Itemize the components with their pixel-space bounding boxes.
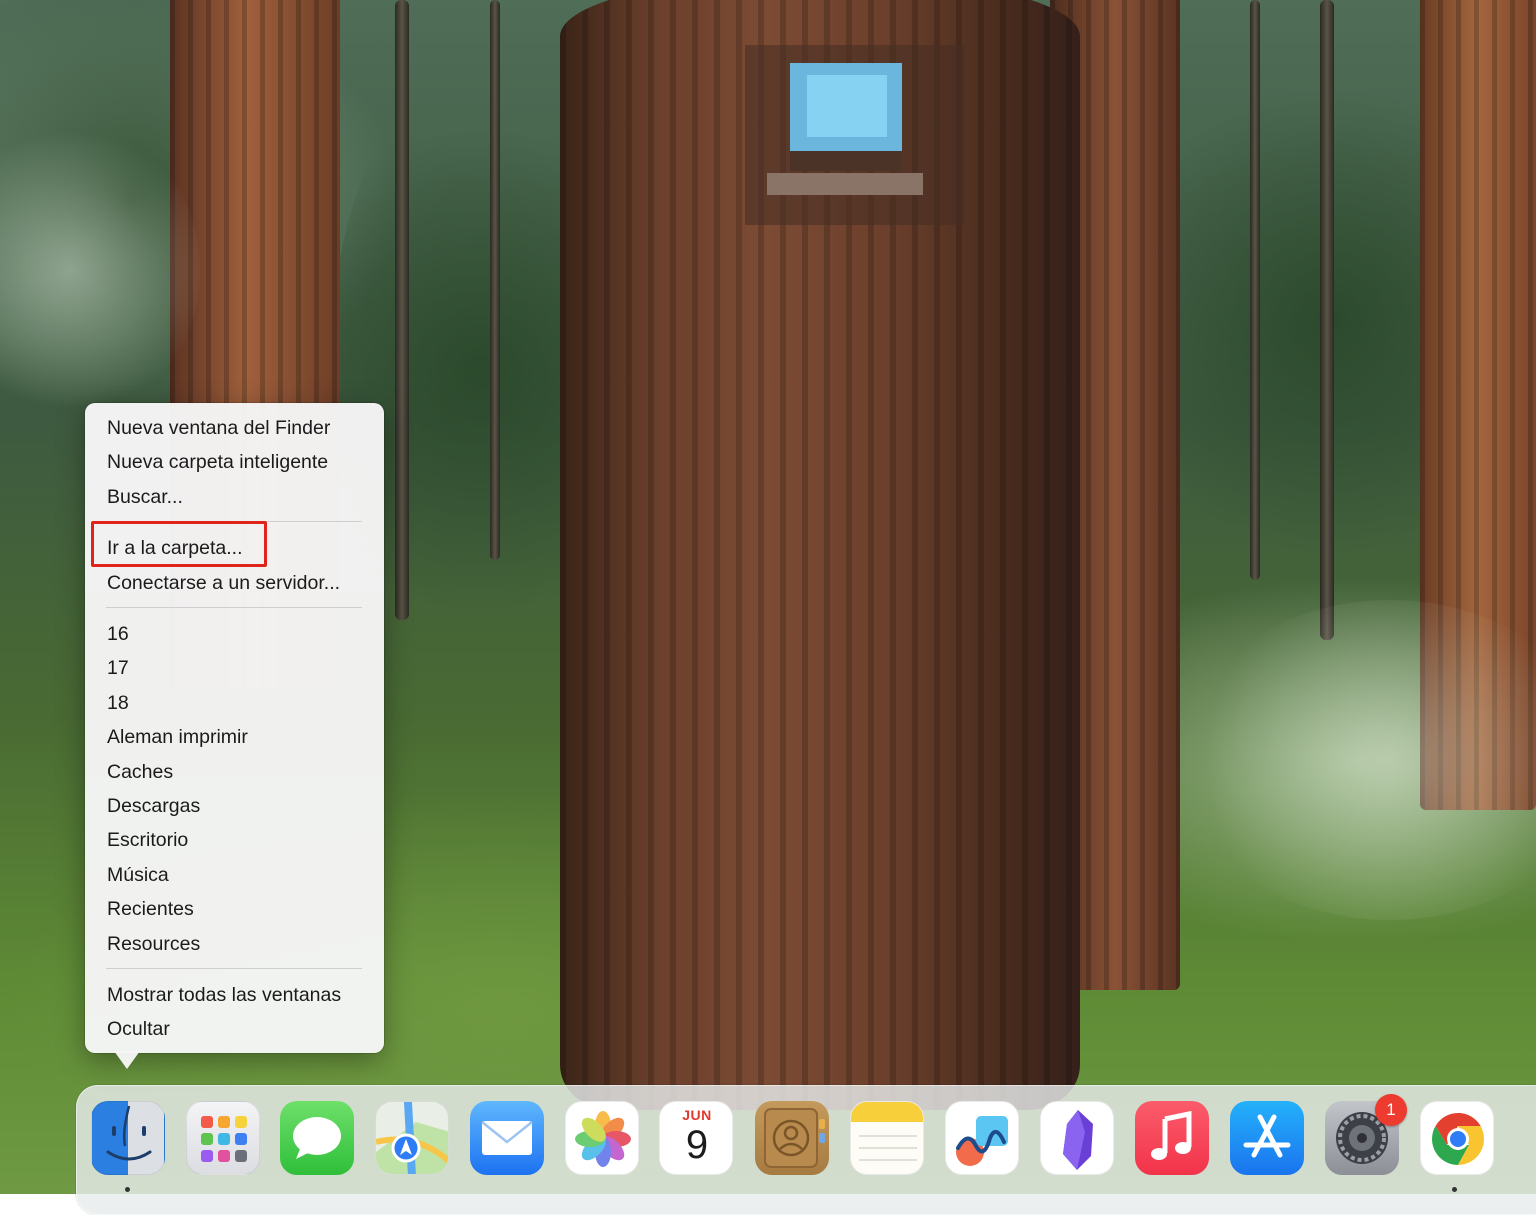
notes-icon[interactable] — [850, 1101, 924, 1175]
menu-item-recent-folder[interactable]: Escritorio — [107, 825, 188, 855]
running-indicator — [1452, 1187, 1457, 1192]
menu-item-recent-folder[interactable]: Descargas — [107, 791, 200, 821]
menu-item-recent-folder[interactable]: Caches — [107, 757, 173, 787]
menu-item-recent-folder[interactable]: 16 — [107, 619, 129, 649]
chrome-icon[interactable] — [1420, 1101, 1494, 1175]
highlight-box-go-to-folder — [91, 521, 267, 567]
photos-icon[interactable] — [565, 1101, 639, 1175]
menu-item-search[interactable]: Buscar... — [107, 482, 183, 512]
notification-badge: 1 — [1375, 1094, 1407, 1126]
menu-item-recent-folder[interactable]: 17 — [107, 653, 129, 683]
menu-item-recent-folder[interactable]: 18 — [107, 688, 129, 718]
finder-dock-context-menu: Nueva ventana del Finder Nueva carpeta i… — [85, 403, 384, 1053]
menu-separator — [106, 607, 362, 608]
menu-item-recent-folder[interactable]: Aleman imprimir — [107, 722, 248, 752]
app-store-icon[interactable] — [1230, 1101, 1304, 1175]
freeform-icon[interactable] — [945, 1101, 1019, 1175]
mail-icon[interactable] — [470, 1101, 544, 1175]
menu-item-hide[interactable]: Ocultar — [107, 1014, 170, 1044]
contacts-icon[interactable] — [755, 1101, 829, 1175]
menu-item-recent-folder[interactable]: Resources — [107, 929, 200, 959]
running-indicator — [125, 1187, 130, 1192]
menu-item-new-finder-window[interactable]: Nueva ventana del Finder — [107, 413, 330, 443]
finder-icon[interactable] — [91, 1101, 165, 1175]
calendar-day: 9 — [685, 1123, 709, 1167]
menu-item-recent-folder[interactable]: Recientes — [107, 894, 194, 924]
menu-item-recent-folder[interactable]: Música — [107, 860, 169, 890]
menu-item-new-smart-folder[interactable]: Nueva carpeta inteligente — [107, 447, 328, 477]
launchpad-icon[interactable] — [186, 1101, 260, 1175]
menu-pointer — [114, 1051, 140, 1069]
calendar-icon[interactable]: JUN 9 — [659, 1101, 733, 1175]
menu-item-connect-server[interactable]: Conectarse a un servidor... — [107, 568, 340, 598]
music-icon[interactable] — [1135, 1101, 1209, 1175]
menu-separator — [106, 968, 362, 969]
maps-icon[interactable] — [375, 1101, 449, 1175]
menu-item-show-all-windows[interactable]: Mostrar todas las ventanas — [107, 980, 341, 1010]
blurred-desktop-icon[interactable] — [745, 45, 965, 225]
messages-icon[interactable] — [280, 1101, 354, 1175]
obsidian-icon[interactable] — [1040, 1101, 1114, 1175]
